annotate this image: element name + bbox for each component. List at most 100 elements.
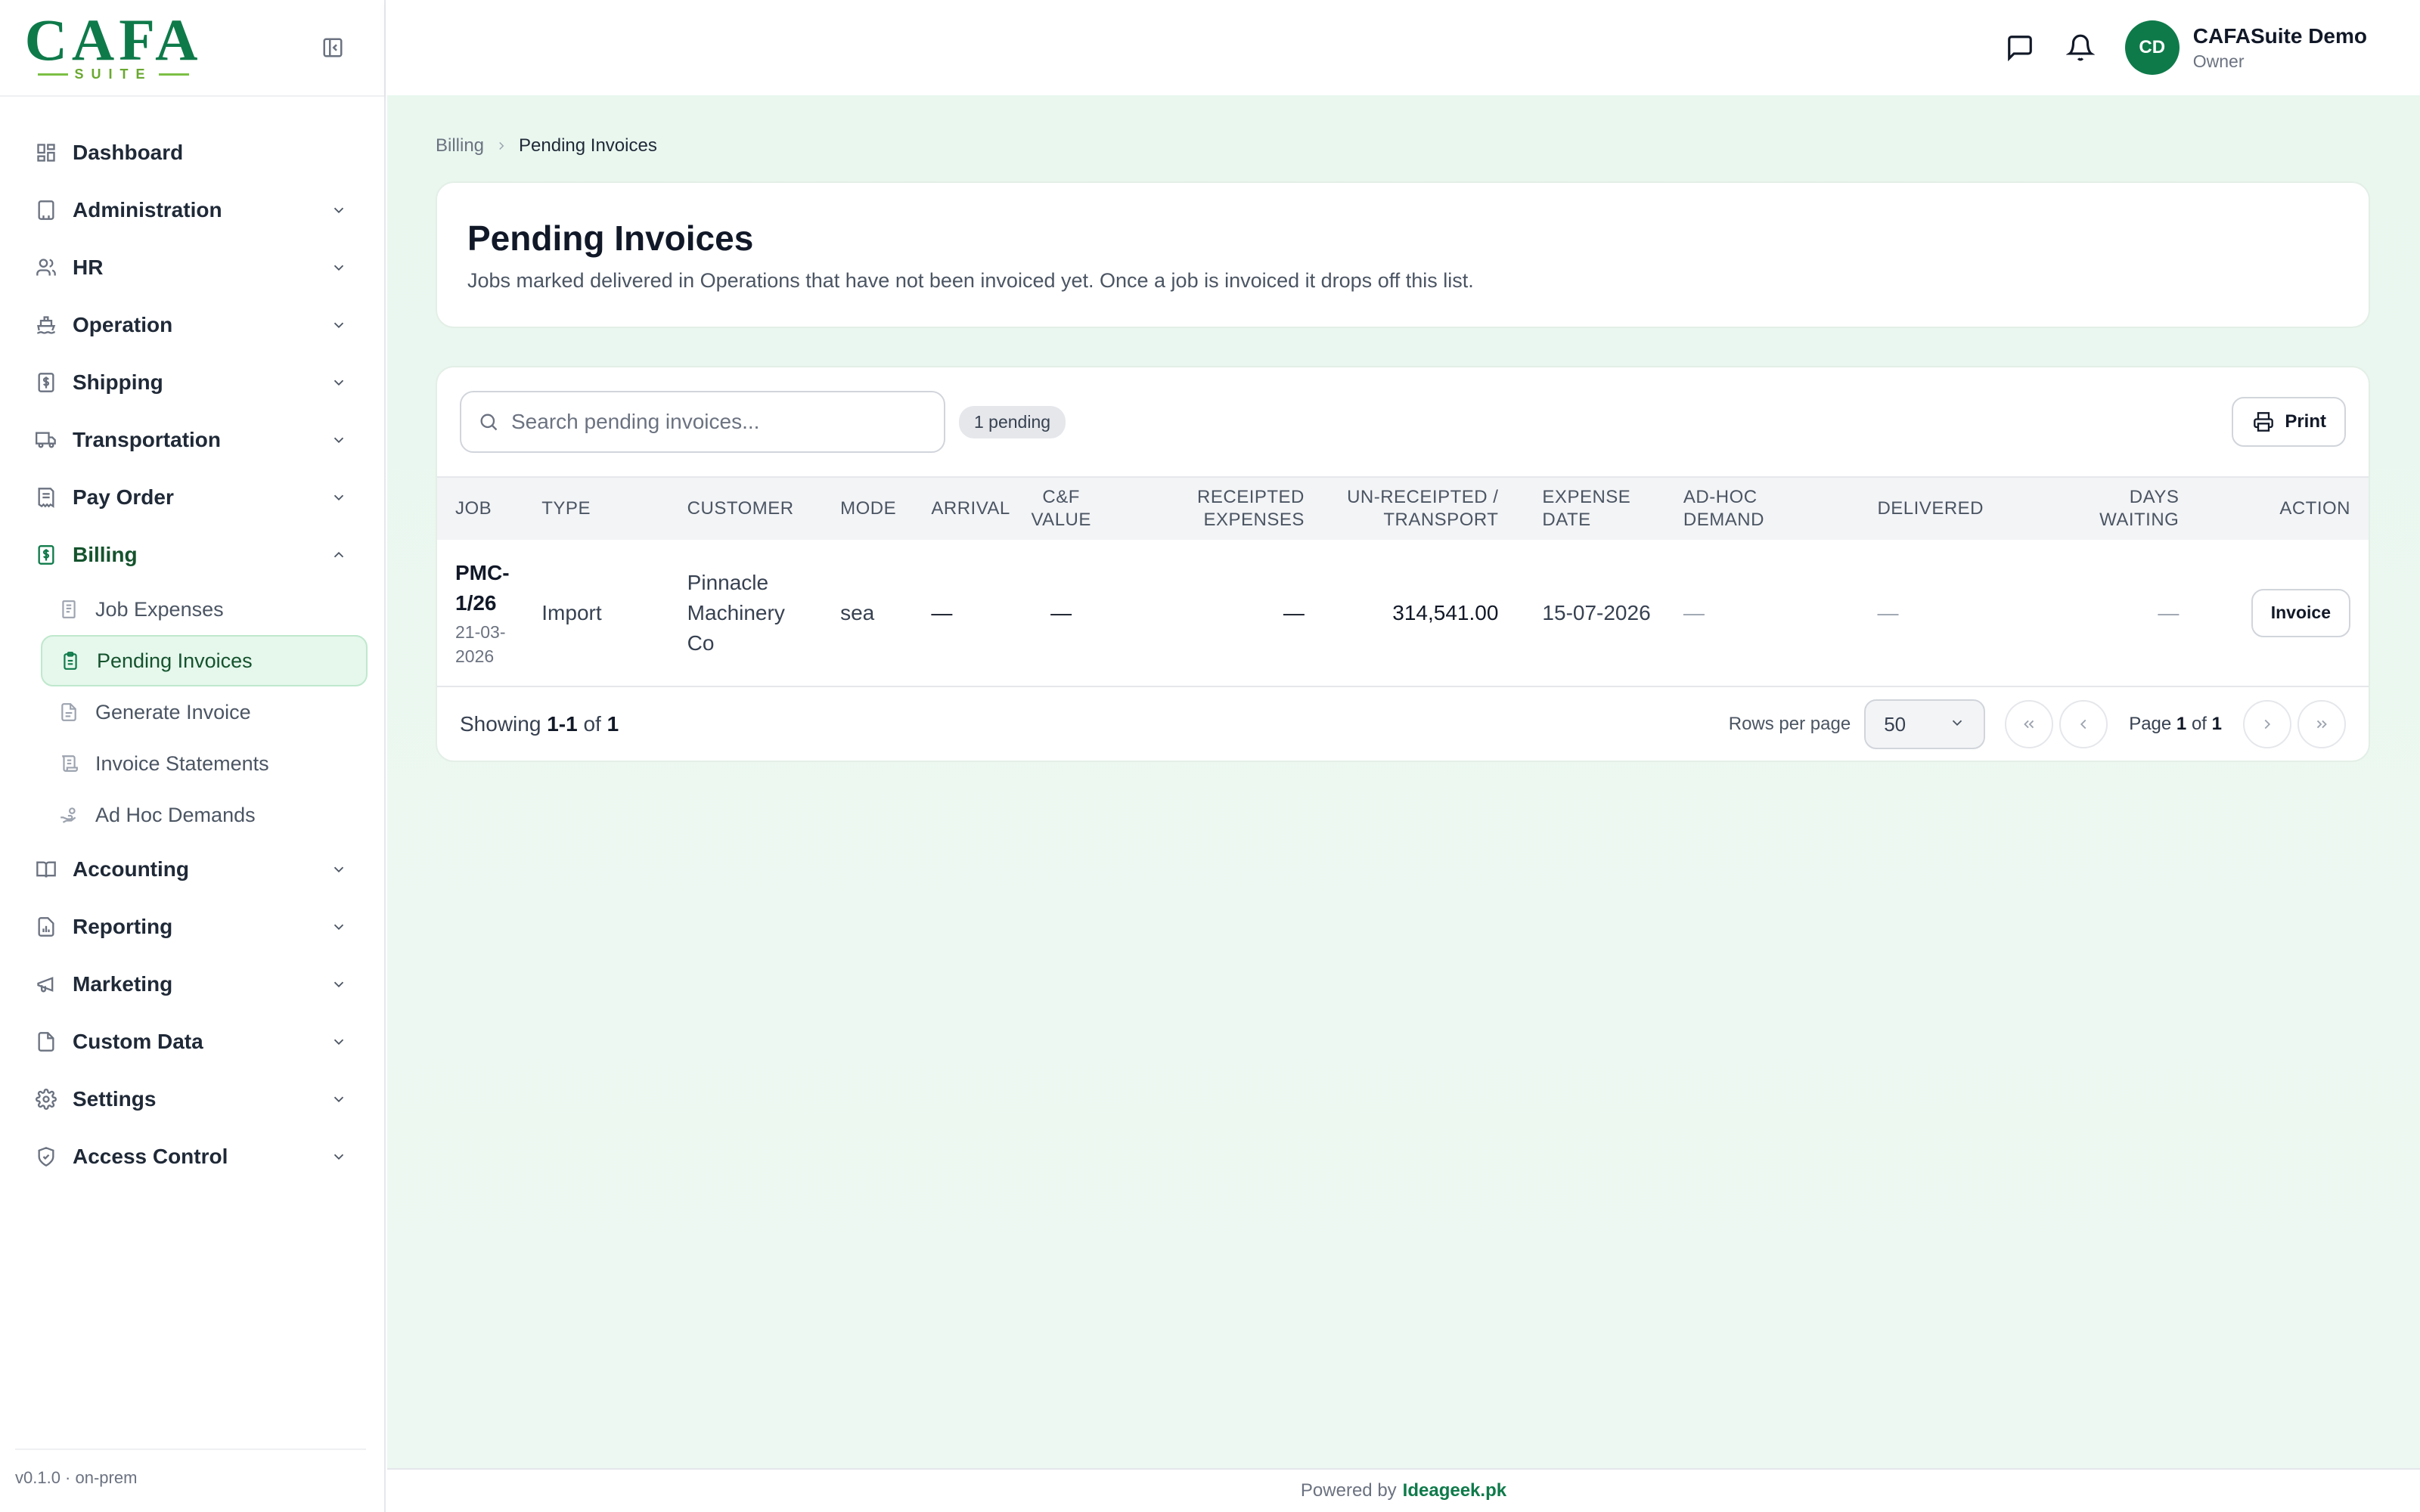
user-menu[interactable]: CAFASuite Demo Owner <box>2193 24 2367 72</box>
search-box[interactable] <box>460 391 945 453</box>
sidebar-item-accounting[interactable]: Accounting <box>0 841 384 898</box>
page-prefix: Page <box>2129 714 2172 734</box>
column-header-adhoc-demand[interactable]: Ad-Hoc Demand <box>1675 478 1870 540</box>
column-header-unreceipted-transport[interactable]: Un-Receipted / Transport <box>1311 478 1506 540</box>
sidebar-item-marketing[interactable]: Marketing <box>0 956 384 1013</box>
hand-coins-icon <box>57 804 80 826</box>
rows-per-page-label: Rows per page <box>1728 714 1851 734</box>
collapse-sidebar-button[interactable] <box>319 34 346 61</box>
showing-range: 1-1 <box>547 712 578 736</box>
column-header-days-waiting[interactable]: Days Waiting <box>2042 478 2187 540</box>
receipt-icon <box>33 485 59 510</box>
column-header-line: Ad-Hoc <box>1683 487 1758 507</box>
cell-job[interactable]: PMC- 1/26 21-03- 2026 <box>437 540 535 687</box>
search-icon <box>476 410 501 434</box>
table-row[interactable]: PMC- 1/26 21-03- 2026 Import Pinnacle Ma… <box>437 540 2369 687</box>
user-role: Owner <box>2192 51 2245 71</box>
column-header-line: Receipted <box>1197 487 1305 507</box>
column-header-delivered[interactable]: Delivered <box>1869 478 2043 540</box>
column-header-receipted-expenses[interactable]: Receipted Expenses <box>1104 478 1312 540</box>
sidebar-item-pending-invoices[interactable]: Pending Invoices <box>41 635 368 686</box>
rows-per-page-value: 50 <box>1884 712 1907 736</box>
column-header-line: Expenses <box>1203 510 1305 530</box>
sidebar-item-access-control[interactable]: Access Control <box>0 1128 384 1185</box>
sidebar-item-ad-hoc-demands[interactable]: Ad Hoc Demands <box>41 789 368 841</box>
sidebar-item-label: Transportation <box>73 428 222 451</box>
showing-of: of <box>583 712 601 736</box>
column-header-cf-value[interactable]: C&F Value <box>1018 478 1105 540</box>
chevron-down-icon <box>328 916 349 937</box>
breadcrumb-billing[interactable]: Billing <box>436 135 484 156</box>
column-header-line: Demand <box>1683 510 1764 530</box>
column-header-type[interactable]: Type <box>534 478 680 540</box>
sidebar-item-shipping[interactable]: Shipping <box>0 354 384 411</box>
rows-per-page-select[interactable]: 50 <box>1864 699 1986 749</box>
prev-page-button[interactable] <box>2059 700 2108 748</box>
company-link[interactable]: Ideageek.pk <box>1403 1480 1506 1501</box>
invoice-button[interactable]: Invoice <box>2251 588 2350 637</box>
sidebar-item-generate-invoice[interactable]: Generate Invoice <box>41 686 368 738</box>
sidebar-item-label: Operation <box>73 313 173 336</box>
sidebar-item-job-expenses[interactable]: Job Expenses <box>41 584 368 635</box>
column-header-arrival[interactable]: Arrival <box>923 478 1019 540</box>
sidebar-item-label: Reporting <box>73 915 173 938</box>
page-indicator: Page 1 of 1 <box>2129 714 2222 735</box>
megaphone-icon <box>33 971 59 997</box>
brand-header: CAFA SUITE <box>0 0 384 97</box>
sidebar-item-custom-data[interactable]: Custom Data <box>0 1013 384 1070</box>
messages-button[interactable] <box>2001 29 2039 67</box>
print-button[interactable]: Print <box>2232 397 2346 447</box>
sidebar-item-label: Shipping <box>73 370 163 394</box>
column-header-customer[interactable]: Customer <box>679 478 833 540</box>
chevron-down-icon <box>328 257 349 278</box>
sidebar-item-settings[interactable]: Settings <box>0 1070 384 1128</box>
chevron-left-icon <box>2080 719 2086 730</box>
document-icon <box>57 598 80 621</box>
file-icon <box>33 1029 59 1055</box>
sidebar-item-dashboard[interactable]: Dashboard <box>0 124 384 181</box>
chevron-down-icon <box>328 1031 349 1052</box>
chevron-down-icon <box>1949 713 1965 736</box>
column-header-line: Transport <box>1383 510 1499 530</box>
sidebar-item-billing[interactable]: Billing <box>0 526 384 584</box>
avatar[interactable]: CD <box>2124 20 2180 75</box>
sidebar-item-label: Ad Hoc Demands <box>95 803 256 826</box>
cell-mode: sea <box>833 540 924 687</box>
sidebar-toggle-icon <box>323 38 343 57</box>
sidebar-item-label: Billing <box>73 543 138 566</box>
search-input[interactable] <box>511 410 935 434</box>
sidebar-item-hr[interactable]: HR <box>0 239 384 296</box>
sidebar-item-administration[interactable]: Administration <box>0 181 384 239</box>
showing-total: 1 <box>607 712 619 736</box>
chevron-up-icon <box>328 544 349 565</box>
billing-icon <box>33 542 59 568</box>
pending-invoices-table: Job Type Customer Mode Arrival C&F Value… <box>437 478 2369 687</box>
notifications-button[interactable] <box>2062 29 2099 67</box>
pending-invoices-table-card: 1 pending Print Job Type Customer Mode A… <box>436 366 2370 762</box>
logo[interactable]: CAFA SUITE <box>25 10 198 82</box>
sidebar-item-invoice-statements[interactable]: Invoice Statements <box>41 738 368 789</box>
sidebar-item-reporting[interactable]: Reporting <box>0 898 384 956</box>
cell-days-waiting: — <box>2042 540 2187 687</box>
printer-icon <box>2251 410 2276 434</box>
first-page-button[interactable] <box>2005 700 2054 748</box>
column-header-expense-date[interactable]: Expense Date <box>1506 478 1676 540</box>
ship-icon <box>33 312 59 338</box>
table-footer: Showing 1-1 of 1 Rows per page 50 Page 1 <box>437 687 2369 761</box>
column-header-mode[interactable]: Mode <box>833 478 924 540</box>
last-page-button[interactable] <box>2297 700 2346 748</box>
pending-count-badge: 1 pending <box>959 405 1066 438</box>
sidebar-item-operation[interactable]: Operation <box>0 296 384 354</box>
sidebar-item-label: Marketing <box>73 972 173 996</box>
chevron-right-icon <box>495 139 508 153</box>
chevron-down-icon <box>328 429 349 451</box>
main-content: Billing Pending Invoices Pending Invoice… <box>387 95 2420 1468</box>
book-icon <box>33 857 59 882</box>
print-label: Print <box>2285 411 2326 432</box>
next-page-button[interactable] <box>2243 700 2291 748</box>
column-header-job[interactable]: Job <box>437 478 535 540</box>
cell-customer: Pinnacle Machinery Co <box>679 540 833 687</box>
sidebar-item-transportation[interactable]: Transportation <box>0 411 384 469</box>
sidebar-item-pay-order[interactable]: Pay Order <box>0 469 384 526</box>
clipboard-icon <box>59 649 82 672</box>
